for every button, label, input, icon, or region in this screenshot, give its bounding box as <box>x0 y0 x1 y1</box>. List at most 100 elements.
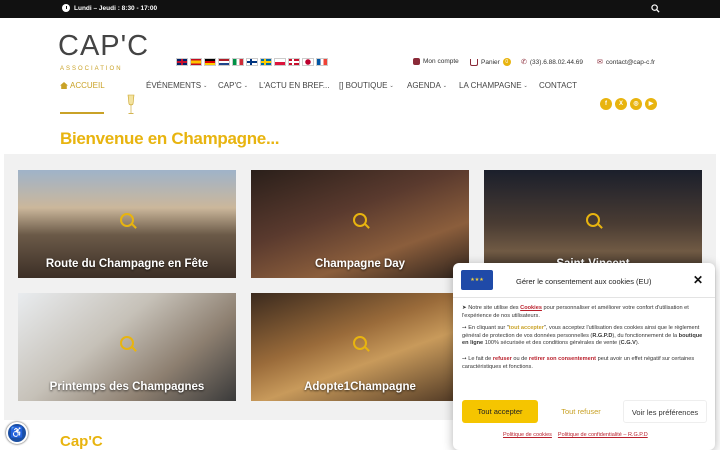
eu-flag-icon: ★★★ <box>461 270 493 290</box>
zoom-icon <box>120 212 134 227</box>
flag-dk-icon[interactable] <box>288 58 300 66</box>
flag-it-icon[interactable] <box>232 58 244 66</box>
text: ou de <box>511 355 529 362</box>
site-logo[interactable]: CAP'C ASSOCIATION <box>58 28 162 72</box>
nav-capc[interactable]: CAP'C ⌄ <box>218 81 259 90</box>
cookie-policy-links: Politique de cookies Politique de confid… <box>503 432 648 438</box>
home-icon <box>60 82 68 89</box>
user-icon <box>413 58 420 65</box>
chevron-down-icon: ⌄ <box>389 82 394 89</box>
nav-news-label: L'ACTU EN BREF... <box>259 81 330 90</box>
chevron-down-icon: ⌄ <box>523 82 528 89</box>
main-nav: ACCUEIL ÉVÉNEMENTS ⌄ CAP'C ⌄ L'ACTU EN BRE… <box>60 81 579 90</box>
cookie-dialog-title: Gérer le consentement aux cookies (EU) <box>516 277 652 286</box>
phone-icon: ✆ <box>521 59 527 66</box>
highlight: R.G.P.D <box>592 332 613 339</box>
flag-fi-icon[interactable] <box>246 58 258 66</box>
email-text: contact@cap-c.fr <box>605 58 656 66</box>
nav-contact[interactable]: CONTACT <box>539 81 579 90</box>
privacy-policy-link[interactable]: Politique de confidentialité – R.G.P.D <box>558 432 648 438</box>
account-link[interactable]: Mon compte <box>413 58 459 65</box>
cookies-link[interactable]: Cookies <box>520 305 542 311</box>
mail-icon: ✉ <box>597 59 603 66</box>
site-header: CAP'C ASSOCIATION Mon compte Panier 0 ✆ … <box>0 18 720 114</box>
event-tile-label: Printemps des Champagnes <box>49 381 205 393</box>
nav-shop[interactable]: [] BOUTIQUE ⌄ <box>339 81 407 90</box>
text: ). <box>635 340 640 347</box>
highlight: tout accepter <box>508 325 544 332</box>
nav-events-label: ÉVÉNEMENTS <box>146 81 202 90</box>
flag-jp-icon[interactable] <box>302 58 314 66</box>
highlight: refuser <box>492 355 512 362</box>
account-label: Mon compte <box>423 58 459 65</box>
chevron-down-icon: ⌄ <box>442 82 447 89</box>
opening-hours: Lundi – Jeudi : 8:30 - 17:00 <box>62 4 157 12</box>
logo-name: CAP'C <box>58 30 150 62</box>
cart-label: Panier <box>481 58 500 66</box>
flag-de-icon[interactable] <box>204 58 216 66</box>
facebook-icon[interactable]: f <box>600 98 612 110</box>
chevron-down-icon: ⌄ <box>203 82 208 89</box>
nav-home[interactable]: ACCUEIL <box>60 81 126 90</box>
flag-se-icon[interactable] <box>260 58 272 66</box>
cart-icon <box>470 58 478 66</box>
email-link[interactable]: ✉ contact@cap-c.fr <box>597 58 656 67</box>
cookie-policy-link[interactable]: Politique de cookies <box>503 432 552 438</box>
text: ), du fonctionnement de la <box>612 332 679 339</box>
divider <box>453 297 715 298</box>
highlight: C.G.V <box>620 340 636 347</box>
phone-text: (33).6.88.02.44.69 <box>529 58 583 66</box>
event-tile[interactable]: Saint-Vincent <box>484 170 702 278</box>
cookie-consent-dialog: ★★★ Gérer le consentement aux cookies (E… <box>453 263 715 450</box>
event-tile[interactable]: Adopte1Champagne <box>251 293 469 401</box>
cookie-paragraph: ➙ Le fait de refuser ou de retirer son c… <box>462 356 708 371</box>
cookie-dialog-text: ➤ Notre site utilise des Cookies pour pe… <box>462 305 708 376</box>
view-preferences-button[interactable]: Voir les préférences <box>623 400 707 423</box>
nav-agenda[interactable]: AGENDA ⌄ <box>407 81 459 90</box>
instagram-icon[interactable]: ◎ <box>630 98 642 110</box>
event-tile[interactable]: Champagne Day <box>251 170 469 278</box>
cart-link[interactable]: Panier 0 <box>470 58 511 66</box>
nav-champagne[interactable]: LA CHAMPAGNE ⌄ <box>459 81 539 90</box>
event-tile[interactable]: Printemps des Champagnes <box>18 293 236 401</box>
cookie-paragraph: ➤ Notre site utilise des Cookies pour pe… <box>462 305 708 320</box>
flag-fr-icon[interactable] <box>316 58 328 66</box>
nav-news[interactable]: L'ACTU EN BREF... <box>259 81 339 90</box>
nav-contact-label: CONTACT <box>539 81 578 90</box>
accept-all-button[interactable]: Tout accepter <box>462 400 538 423</box>
flag-es-icon[interactable] <box>190 58 202 66</box>
social-links: f X ◎ ▶ <box>600 98 657 110</box>
champagne-glass-icon <box>127 94 135 114</box>
nav-home-label: ACCUEIL <box>70 81 105 90</box>
event-tile[interactable]: Route du Champagne en Fête <box>18 170 236 278</box>
flag-en-icon[interactable] <box>176 58 188 66</box>
language-flags <box>176 58 328 66</box>
close-icon[interactable]: ✕ <box>693 273 703 287</box>
text: 100% sécurisée et des conditions général… <box>483 340 621 347</box>
refuse-all-button[interactable]: Tout refuser <box>548 400 614 423</box>
top-bar: Lundi – Jeudi : 8:30 - 17:00 <box>0 0 720 18</box>
zoom-icon <box>353 335 367 350</box>
flag-pl-icon[interactable] <box>274 58 286 66</box>
search-icon[interactable] <box>651 4 660 13</box>
nav-agenda-label: AGENDA <box>407 81 441 90</box>
nav-events[interactable]: ÉVÉNEMENTS ⌄ <box>146 81 218 90</box>
section-heading-capc: Cap'C <box>60 433 103 450</box>
nav-champagne-label: LA CHAMPAGNE <box>459 81 522 90</box>
zoom-icon <box>353 212 367 227</box>
nav-shop-label: [] BOUTIQUE <box>339 81 388 90</box>
nav-capc-label: CAP'C <box>218 81 242 90</box>
hours-text: Lundi – Jeudi : 8:30 - 17:00 <box>74 4 158 12</box>
x-twitter-icon[interactable]: X <box>615 98 627 110</box>
event-tile-label: Champagne Day <box>314 258 406 270</box>
flag-nl-icon[interactable] <box>218 58 230 66</box>
chevron-down-icon: ⌄ <box>243 82 248 89</box>
accessibility-icon[interactable]: ♿ <box>6 422 28 444</box>
youtube-icon[interactable]: ▶ <box>645 98 657 110</box>
cart-count-badge: 0 <box>502 58 511 66</box>
welcome-heading: Bienvenue en Champagne... <box>60 129 280 148</box>
text: ➤ Notre site utilise des <box>462 305 521 311</box>
phone-link[interactable]: ✆ (33).6.88.02.44.69 <box>521 58 583 67</box>
cookie-paragraph: ➙ En cliquant sur "tout accepter", vous … <box>462 325 708 348</box>
text: ➙ En cliquant sur " <box>462 325 509 332</box>
